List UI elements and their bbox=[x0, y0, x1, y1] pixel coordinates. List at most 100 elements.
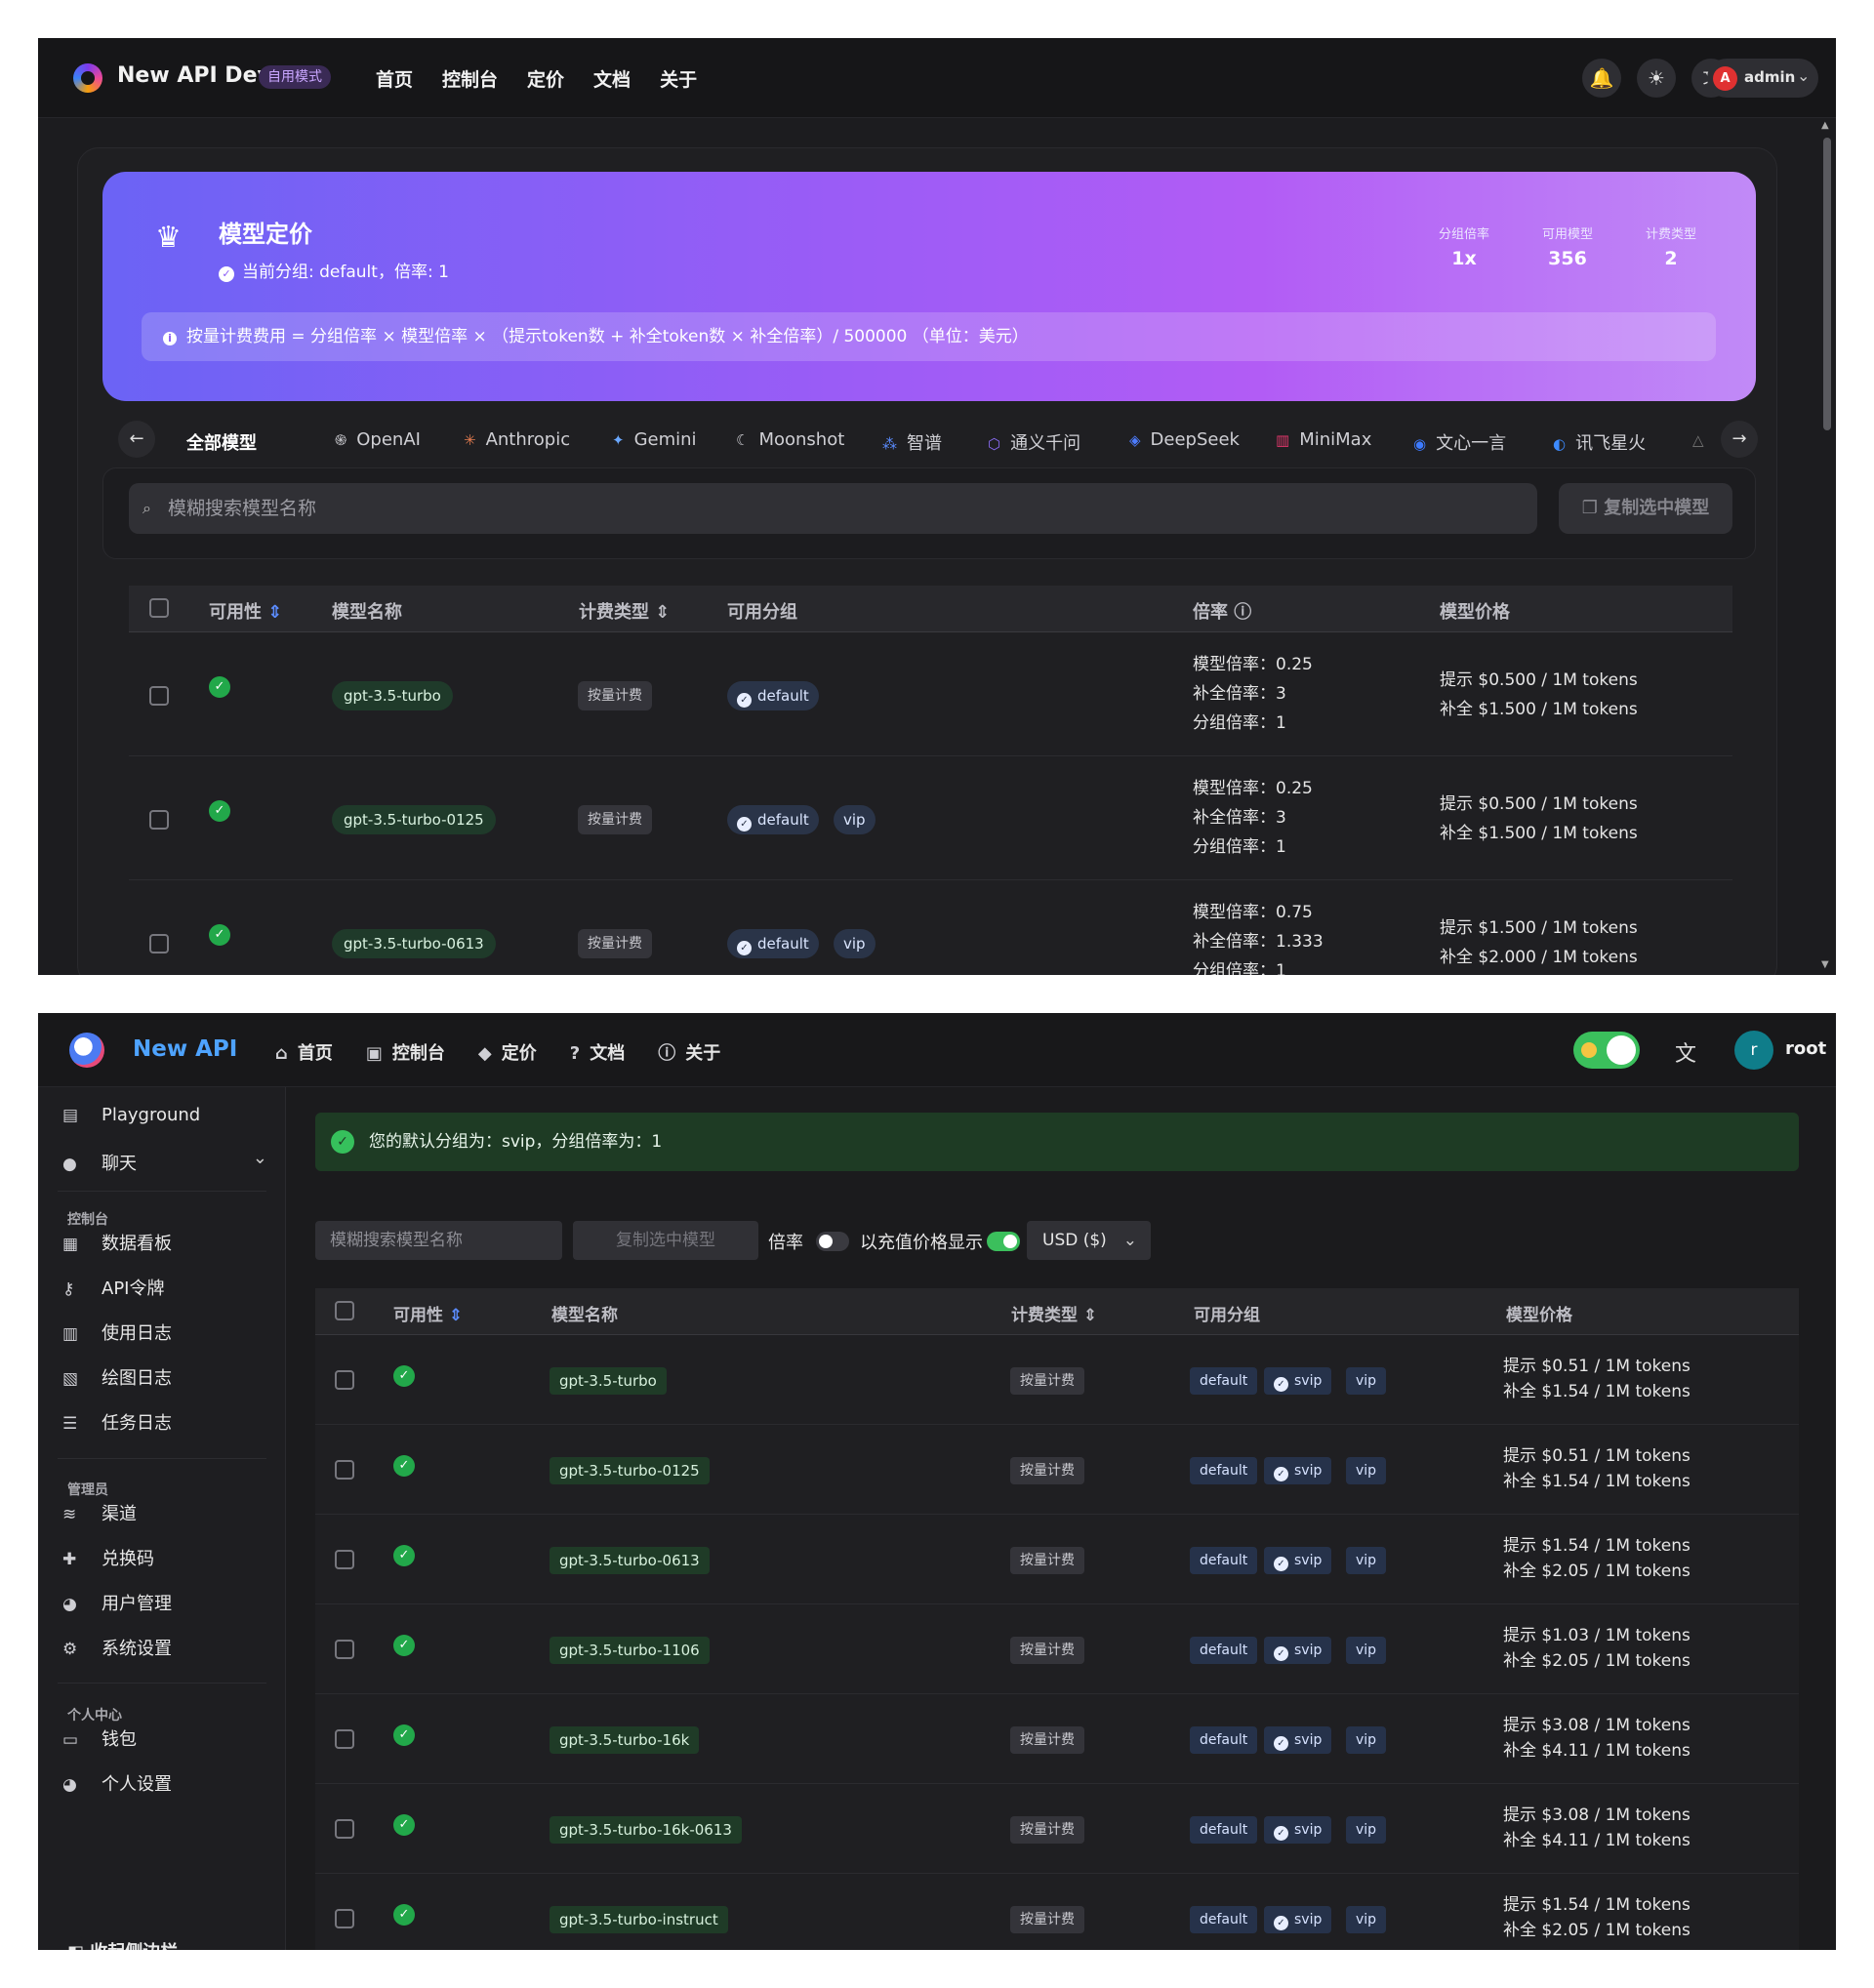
sidebar-item-redeem-codes[interactable]: ✚ 兑换码 bbox=[62, 1545, 154, 1570]
nav-pricing[interactable]: ◆ 定价 bbox=[478, 1039, 537, 1065]
sort-icon[interactable]: ⇕ bbox=[655, 602, 670, 623]
sidebar-item-task-logs[interactable]: ☰ 任务日志 bbox=[62, 1409, 172, 1435]
header-availability[interactable]: 可用性 ⇕ bbox=[393, 1301, 463, 1325]
model-name-tag[interactable]: gpt-3.5-turbo bbox=[550, 1367, 667, 1395]
model-name-tag[interactable]: gpt-3.5-turbo-16k-0613 bbox=[550, 1816, 742, 1844]
user-menu[interactable]: A admin ⌄ bbox=[1707, 59, 1818, 98]
table-row[interactable]: ✓ gpt-3.5-turbo-0125 按量计费 default ✓ svip … bbox=[315, 1425, 1799, 1515]
model-name-tag[interactable]: gpt-3.5-turbo-0613 bbox=[332, 929, 496, 958]
table-row[interactable]: ✓ gpt-3.5-turbo 按量计费 default ✓ svip vip 提… bbox=[315, 1335, 1799, 1425]
sidebar-item-users[interactable]: ◕ 用户管理 bbox=[62, 1590, 172, 1615]
bell-icon[interactable]: 🔔 bbox=[1582, 59, 1621, 98]
table-row[interactable]: ✓ gpt-3.5-turbo-0613 按量计费 default ✓ svip … bbox=[315, 1515, 1799, 1604]
sort-icon[interactable]: ⇕ bbox=[1083, 1306, 1097, 1325]
tab-all-models[interactable]: 全部模型 bbox=[186, 429, 257, 455]
header-billing[interactable]: 计费类型 ⇕ bbox=[1011, 1301, 1097, 1325]
row-checkbox[interactable] bbox=[335, 1909, 354, 1928]
tab-wenxin[interactable]: ◉ 文心一言 bbox=[1413, 429, 1506, 455]
sort-icon[interactable]: ⇕ bbox=[449, 1306, 463, 1325]
sidebar-item-channels[interactable]: ≋ 渠道 bbox=[62, 1500, 137, 1525]
table-row[interactable]: ✓ gpt-3.5-turbo-0125 按量计费 ✓ default vip 模… bbox=[129, 756, 1732, 880]
header-availability[interactable]: 可用性 ⇕ bbox=[209, 598, 282, 624]
arrow-left-icon[interactable]: ← bbox=[118, 421, 155, 458]
model-name-tag[interactable]: gpt-3.5-turbo-instruct bbox=[550, 1906, 728, 1933]
search-input[interactable]: ⌕ 模糊搜索模型名称 bbox=[129, 483, 1537, 534]
sort-icon[interactable]: ⇕ bbox=[267, 602, 282, 623]
sidebar-item-drawing-logs[interactable]: ▧ 绘图日志 bbox=[62, 1364, 172, 1390]
tab-qwen[interactable]: ⬡ 通义千问 bbox=[988, 429, 1080, 455]
scroll-thumb[interactable] bbox=[1823, 138, 1831, 430]
model-name-tag[interactable]: gpt-3.5-turbo-0125 bbox=[332, 805, 496, 834]
model-name-tag[interactable]: gpt-3.5-turbo bbox=[332, 681, 453, 710]
row-checkbox[interactable] bbox=[149, 686, 169, 706]
nav-about[interactable]: ⓘ 关于 bbox=[658, 1039, 720, 1065]
brand-title[interactable]: New API bbox=[133, 1036, 237, 1062]
nav-docs[interactable]: ? 文档 bbox=[570, 1039, 625, 1065]
sun-icon[interactable]: ☀ bbox=[1637, 59, 1676, 98]
sidebar-item-usage-logs[interactable]: ▥ 使用日志 bbox=[62, 1319, 172, 1345]
theme-toggle[interactable] bbox=[1573, 1032, 1640, 1069]
nav-home[interactable]: 首页 bbox=[376, 65, 413, 92]
sidebar-item-chat[interactable]: ● 聊天 ⌄ bbox=[62, 1148, 267, 1175]
row-checkbox[interactable] bbox=[149, 934, 169, 953]
row-checkbox[interactable] bbox=[335, 1640, 354, 1659]
sidebar-item-wallet[interactable]: ▭ 钱包 bbox=[62, 1725, 137, 1751]
nav-about[interactable]: 关于 bbox=[660, 65, 697, 92]
recharge-price-switch[interactable] bbox=[987, 1232, 1020, 1251]
brand-title[interactable]: New API Dev bbox=[117, 63, 271, 88]
help-icon[interactable]: ⓘ bbox=[1234, 602, 1251, 623]
tab-gemini[interactable]: ✦ Gemini bbox=[612, 429, 697, 450]
tab-openai[interactable]: ֍ OpenAI bbox=[335, 429, 421, 450]
scroll-down-icon[interactable]: ▼ bbox=[1821, 959, 1829, 970]
sidebar-item-settings[interactable]: ⚙ 系统设置 bbox=[62, 1635, 172, 1660]
nav-docs[interactable]: 文档 bbox=[593, 65, 631, 92]
avatar[interactable]: r bbox=[1734, 1031, 1773, 1070]
scrollbar[interactable]: ▲ ▼ bbox=[1816, 118, 1836, 975]
nav-console[interactable]: ▣ 控制台 bbox=[366, 1039, 445, 1065]
row-checkbox[interactable] bbox=[335, 1729, 354, 1749]
chevron-down-icon[interactable]: ⌄ bbox=[253, 1148, 267, 1168]
tab-more[interactable]: △ bbox=[1692, 429, 1714, 450]
table-row[interactable]: ✓ gpt-3.5-turbo-16k-0613 按量计费 default ✓ s… bbox=[315, 1784, 1799, 1874]
model-name-tag[interactable]: gpt-3.5-turbo-1106 bbox=[550, 1637, 710, 1664]
currency-select[interactable]: USD ($) ⌄ bbox=[1027, 1221, 1151, 1260]
sidebar-item-profile[interactable]: ◕ 个人设置 bbox=[62, 1770, 172, 1796]
nav-home[interactable]: ⌂ 首页 bbox=[275, 1039, 333, 1065]
table-row[interactable]: ✓ gpt-3.5-turbo-1106 按量计费 default ✓ svip … bbox=[315, 1604, 1799, 1694]
row-checkbox[interactable] bbox=[149, 810, 169, 830]
row-checkbox[interactable] bbox=[335, 1819, 354, 1839]
select-all-checkbox[interactable] bbox=[335, 1301, 354, 1320]
copy-selected-button[interactable]: 复制选中模型 bbox=[573, 1221, 758, 1260]
tab-anthropic[interactable]: ✳ Anthropic bbox=[464, 429, 570, 450]
tab-minimax[interactable]: ▥ MiniMax bbox=[1276, 429, 1371, 450]
logo-icon[interactable] bbox=[73, 63, 102, 93]
logo-icon[interactable] bbox=[69, 1033, 104, 1068]
row-checkbox[interactable] bbox=[335, 1460, 354, 1480]
collapse-sidebar-button[interactable]: ◧ 收起侧边栏 bbox=[67, 1938, 178, 1950]
translate-icon[interactable]: 文 bbox=[1675, 1036, 1696, 1068]
table-row[interactable]: ✓ gpt-3.5-turbo-16k 按量计费 default ✓ svip v… bbox=[315, 1694, 1799, 1784]
header-billing[interactable]: 计费类型 ⇕ bbox=[579, 598, 670, 624]
model-name-tag[interactable]: gpt-3.5-turbo-0125 bbox=[550, 1457, 710, 1484]
copy-selected-button[interactable]: ❐ 复制选中模型 bbox=[1559, 483, 1732, 534]
scroll-up-icon[interactable]: ▲ bbox=[1821, 120, 1829, 131]
ratio-switch[interactable] bbox=[816, 1232, 849, 1251]
tab-deepseek[interactable]: ◈ DeepSeek bbox=[1129, 429, 1240, 450]
sidebar-item-api-tokens[interactable]: ⚷ API令牌 bbox=[62, 1275, 164, 1300]
search-input[interactable]: 模糊搜索模型名称 bbox=[315, 1221, 562, 1260]
tab-moonshot[interactable]: ☾ Moonshot bbox=[736, 429, 844, 450]
table-row[interactable]: ✓ gpt-3.5-turbo-instruct 按量计费 default ✓ s… bbox=[315, 1874, 1799, 1950]
table-row[interactable]: ✓ gpt-3.5-turbo 按量计费 ✓ default 模型倍率：0.25 … bbox=[129, 632, 1732, 756]
sidebar-item-playground[interactable]: ▤ Playground bbox=[62, 1105, 200, 1125]
arrow-right-icon[interactable]: → bbox=[1721, 421, 1758, 458]
model-name-tag[interactable]: gpt-3.5-turbo-16k bbox=[550, 1726, 700, 1754]
select-all-checkbox[interactable] bbox=[149, 598, 169, 618]
model-name-tag[interactable]: gpt-3.5-turbo-0613 bbox=[550, 1547, 710, 1574]
tab-zhipu[interactable]: ⁂ 智谱 bbox=[882, 429, 942, 455]
table-row[interactable]: ✓ gpt-3.5-turbo-0613 按量计费 ✓ default vip 模… bbox=[129, 880, 1732, 975]
row-checkbox[interactable] bbox=[335, 1370, 354, 1390]
sidebar-item-dashboard[interactable]: ▦ 数据看板 bbox=[62, 1230, 172, 1255]
tab-xunfei[interactable]: ◐ 讯飞星火 bbox=[1553, 429, 1646, 455]
username[interactable]: root bbox=[1785, 1038, 1826, 1059]
row-checkbox[interactable] bbox=[335, 1550, 354, 1569]
